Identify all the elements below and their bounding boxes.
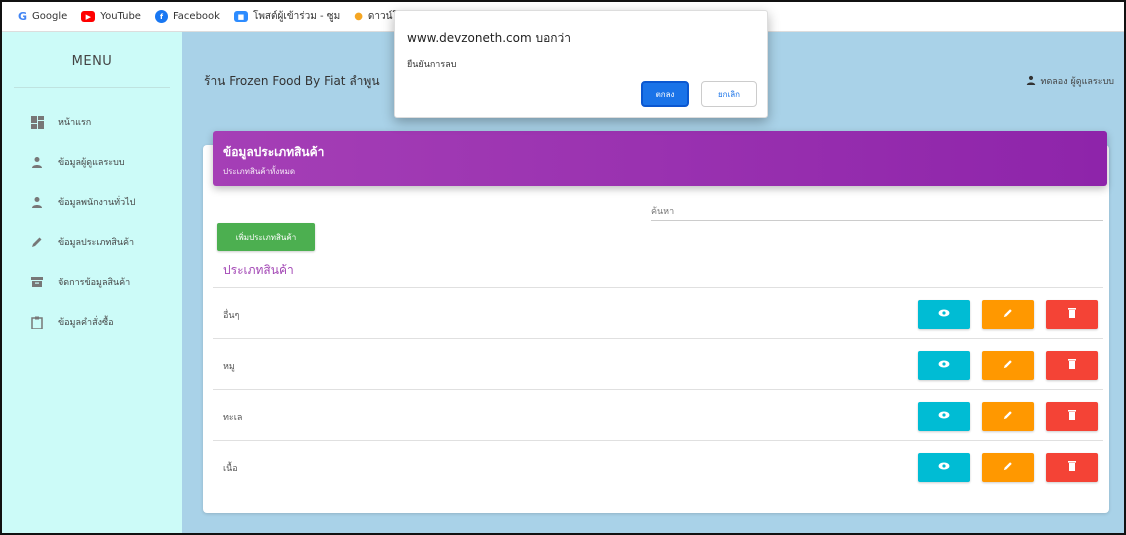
edit-button[interactable] xyxy=(982,300,1034,329)
card-subtitle: ประเภทสินค้าทั้งหมด xyxy=(223,167,296,176)
eye-icon xyxy=(938,411,950,422)
trash-icon xyxy=(1068,410,1076,423)
delete-button[interactable] xyxy=(1046,453,1098,482)
edit-button[interactable] xyxy=(982,453,1034,482)
view-button[interactable] xyxy=(918,402,970,431)
edit-button[interactable] xyxy=(982,402,1034,431)
bookmark-label: YouTube xyxy=(100,11,141,22)
archive-icon xyxy=(30,275,44,289)
row-label: เนื้อ xyxy=(223,464,238,474)
sidebar-item-employees[interactable]: ข้อมูลพนักงานทั่วไป xyxy=(2,182,182,222)
sidebar-item-admins[interactable]: ข้อมูลผู้ดูแลระบบ xyxy=(2,142,182,182)
dialog-message: ยืนยันการลบ xyxy=(407,60,457,70)
sidebar-item-orders[interactable]: ข้อมูลคำสั่งซื้อ xyxy=(2,302,182,342)
card-header: ข้อมูลประเภทสินค้า ประเภทสินค้าทั้งหมด xyxy=(213,131,1107,186)
trash-icon xyxy=(1068,308,1076,321)
facebook-icon: f xyxy=(154,10,168,23)
zoom-icon: ■ xyxy=(233,11,248,22)
sidebar-item-label: ข้อมูลประเภทสินค้า xyxy=(58,238,135,248)
person-icon xyxy=(30,155,44,169)
view-button[interactable] xyxy=(918,351,970,380)
table-row: ทะเล xyxy=(213,389,1103,440)
pencil-icon xyxy=(1003,461,1013,474)
sidebar-item-product-types[interactable]: ข้อมูลประเภทสินค้า xyxy=(2,222,182,262)
pencil-icon xyxy=(30,235,44,249)
eye-icon xyxy=(938,462,950,473)
add-product-type-button[interactable]: เพิ่มประเภทสินค้า xyxy=(217,223,315,251)
bookmark-label: โพสต์ผู้เข้าร่วม - ซูม xyxy=(252,11,341,22)
view-button[interactable] xyxy=(918,300,970,329)
delete-button[interactable] xyxy=(1046,402,1098,431)
bookmark-download[interactable]: ● ดาวน์โ xyxy=(354,9,398,24)
youtube-icon: ▶ xyxy=(81,11,96,22)
confirm-dialog: www.devzoneth.com บอกว่า ยืนยันการลบ ตกล… xyxy=(394,10,768,118)
row-label: อื่นๆ xyxy=(223,311,240,321)
menu-title: MENU xyxy=(71,54,113,69)
trash-icon xyxy=(1068,359,1076,372)
pencil-icon xyxy=(1003,410,1013,423)
row-label: ทะเล xyxy=(223,413,243,423)
sidebar: MENU หน้าแรก ข้อมูลผู้ดูแลระบบ ข้อมูลพนั… xyxy=(2,32,182,533)
google-icon: G xyxy=(18,10,28,23)
pencil-icon xyxy=(1003,308,1013,321)
menu-divider xyxy=(14,87,170,88)
ok-button[interactable]: ตกลง xyxy=(641,81,689,107)
sidebar-item-label: ข้อมูลพนักงานทั่วไป xyxy=(58,198,136,208)
browser-frame: G Google ▶ YouTube f Facebook ■ โพสต์ผู้… xyxy=(0,0,1126,535)
pencil-icon xyxy=(1003,359,1013,372)
dialog-origin: www.devzoneth.com บอกว่า xyxy=(407,31,572,45)
cancel-button[interactable]: ยกเลิก xyxy=(701,81,757,107)
bookmark-facebook[interactable]: f Facebook xyxy=(154,10,220,23)
eye-icon xyxy=(938,309,950,320)
bookmark-zoom[interactable]: ■ โพสต์ผู้เข้าร่วม - ซูม xyxy=(233,9,341,24)
trash-icon xyxy=(1068,461,1076,474)
table-row: อื่นๆ xyxy=(213,287,1103,338)
bookmark-label: Facebook xyxy=(172,11,220,22)
eye-icon xyxy=(938,360,950,371)
card-title: ข้อมูลประเภทสินค้า xyxy=(223,145,325,159)
row-label: หมู xyxy=(223,362,235,372)
table-row: เนื้อ xyxy=(213,440,1103,491)
bookmark-label: Google xyxy=(32,11,68,22)
sidebar-item-home[interactable]: หน้าแรก xyxy=(2,102,182,142)
sidebar-item-label: ข้อมูลคำสั่งซื้อ xyxy=(58,318,114,328)
bookmark-google[interactable]: G Google xyxy=(18,10,68,23)
bookmark-youtube[interactable]: ▶ YouTube xyxy=(81,11,141,22)
sidebar-item-label: ข้อมูลผู้ดูแลระบบ xyxy=(58,158,125,168)
delete-button[interactable] xyxy=(1046,300,1098,329)
edit-button[interactable] xyxy=(982,351,1034,380)
product-types-card: ข้อมูลประเภทสินค้า ประเภทสินค้าทั้งหมด เ… xyxy=(203,131,1109,513)
table-row: หมู xyxy=(213,338,1103,389)
clipboard-icon xyxy=(30,315,44,329)
person-icon xyxy=(30,195,44,209)
bookmark-icon: ● xyxy=(354,11,363,22)
sidebar-item-label: หน้าแรก xyxy=(58,118,92,128)
view-button[interactable] xyxy=(918,453,970,482)
sidebar-item-label: จัดการข้อมูลสินค้า xyxy=(58,278,131,288)
product-type-list: อื่นๆ หมู ทะเล เนื้อ xyxy=(213,287,1103,491)
page-title: ร้าน Frozen Food By Fiat ลำพูน xyxy=(204,74,380,88)
sidebar-item-products[interactable]: จัดการข้อมูลสินค้า xyxy=(2,262,182,302)
user-label: ทดลอง ผู้ดูแลระบบ xyxy=(1040,77,1114,87)
delete-button[interactable] xyxy=(1046,351,1098,380)
user-menu[interactable]: ทดลอง ผู้ดูแลระบบ xyxy=(1026,74,1114,88)
person-icon xyxy=(1026,75,1036,88)
search-input[interactable] xyxy=(651,201,1103,221)
list-heading: ประเภทสินค้า xyxy=(223,263,294,277)
dashboard-icon xyxy=(30,115,44,129)
